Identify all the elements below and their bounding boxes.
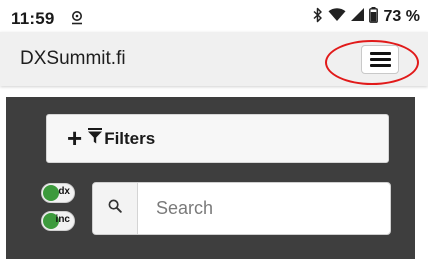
filters-button[interactable]: + Filters [46,114,389,163]
hamburger-menu-icon-bar [370,58,391,61]
plus-icon: + [67,122,83,153]
search-group [92,182,391,235]
app-header: DXSummit.fi [0,32,428,86]
toggle-inc[interactable]: inc [41,211,75,231]
battery-percent: 73 % [383,8,420,25]
status-time: 11:59 [11,9,55,28]
battery-icon [368,6,378,28]
search-icon [108,199,122,218]
hamburger-menu-icon-bar [370,64,391,67]
status-bar: 11:59 73 % [0,0,428,32]
toggle-label: dx [58,186,70,197]
toggle-dx[interactable]: dx [41,183,75,203]
filter-panel: + Filters dx inc [6,97,415,259]
hamburger-menu-icon [370,52,391,55]
location-icon [70,10,84,31]
status-icons: 73 % [312,6,420,28]
signal-icon [350,7,365,27]
search-input[interactable] [138,183,390,234]
funnel-icon [88,128,103,149]
filters-label: Filters [104,128,156,148]
menu-button[interactable] [361,45,399,74]
search-button[interactable] [93,183,138,234]
wifi-icon [328,7,346,27]
toggle-label: inc [55,214,70,225]
site-title[interactable]: DXSummit.fi [20,48,126,70]
bluetooth-icon [312,7,324,28]
toggle-knob [43,185,59,201]
